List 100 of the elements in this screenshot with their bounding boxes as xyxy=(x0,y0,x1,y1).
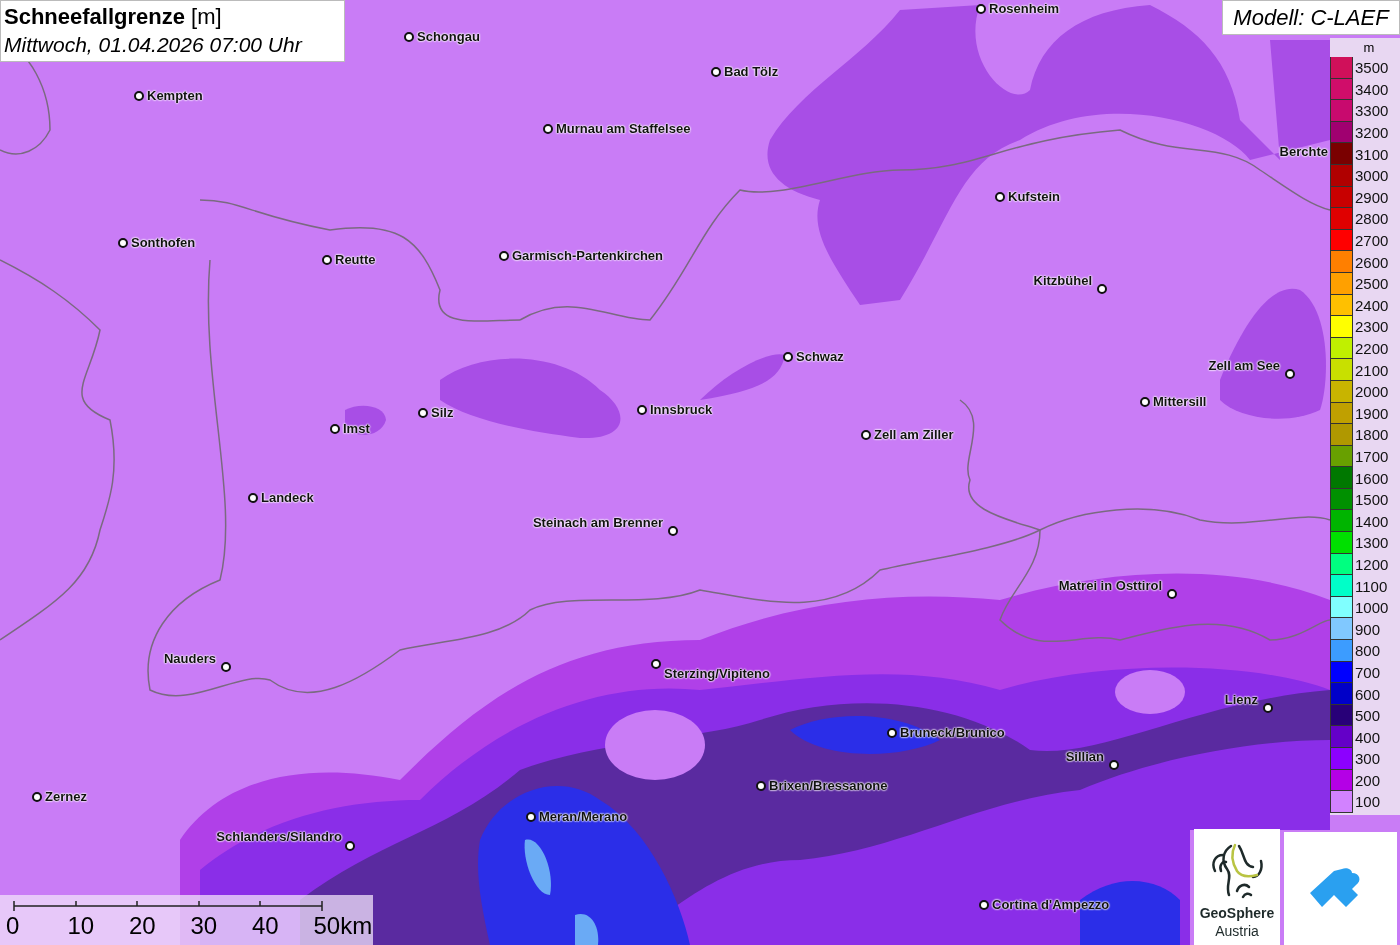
legend-value: 2800 xyxy=(1354,210,1389,228)
city-label: Rosenheim xyxy=(989,1,1060,17)
legend-value: 3100 xyxy=(1354,145,1389,163)
legend-value: 2000 xyxy=(1354,383,1389,401)
city-marker-icon xyxy=(887,728,897,738)
city-marker-icon xyxy=(1167,589,1177,599)
city-label: Landeck xyxy=(261,490,314,506)
legend-value: 1900 xyxy=(1354,404,1389,422)
legend-value: 3300 xyxy=(1354,102,1389,120)
city-label: Cortina d'Ampezzo xyxy=(992,897,1110,913)
city-label: Zell am Ziller xyxy=(874,427,954,443)
city-marker-icon xyxy=(248,493,258,503)
city-marker-icon xyxy=(979,900,989,910)
city-marker-icon xyxy=(756,781,766,791)
city-marker-icon xyxy=(1285,369,1295,379)
legend-value: 1400 xyxy=(1354,512,1389,530)
city-label: Brixen/Bressanone xyxy=(769,778,888,794)
city-label: Bad Tölz xyxy=(724,64,779,80)
city-label: Sonthofen xyxy=(131,235,196,251)
city-marker-icon xyxy=(637,405,647,415)
scale-label: 30 xyxy=(190,912,219,940)
city-marker-icon xyxy=(976,4,986,14)
city-marker-icon xyxy=(134,91,144,101)
legend-value: 1000 xyxy=(1354,599,1389,617)
city-label: Steinach am Brenner xyxy=(532,515,663,531)
city-marker-icon xyxy=(221,662,231,672)
city-label: Meran/Merano xyxy=(539,809,628,825)
scale-label: 50km xyxy=(313,912,373,940)
legend-value: 1800 xyxy=(1354,426,1389,444)
legend-value: 1500 xyxy=(1354,491,1389,509)
city-marker-icon xyxy=(330,424,340,434)
city-label: Kempten xyxy=(147,88,203,104)
city-label: Schlanders/Silandro xyxy=(216,829,342,845)
legend-value: 3400 xyxy=(1354,80,1389,98)
legend-value: 200 xyxy=(1354,771,1381,789)
city-marker-icon xyxy=(1097,284,1107,294)
city-marker-icon xyxy=(1263,703,1273,713)
legend-value: 2500 xyxy=(1354,275,1389,293)
legend-value: 3200 xyxy=(1354,124,1389,142)
city-marker-icon xyxy=(526,812,536,822)
legend-value: 1100 xyxy=(1354,577,1388,595)
legend-value: 2200 xyxy=(1354,340,1389,357)
city-marker-icon xyxy=(345,841,355,851)
scale-label: 10 xyxy=(67,912,96,940)
legend-value: 1200 xyxy=(1354,555,1389,573)
city-marker-icon xyxy=(1109,760,1119,770)
logo-subtitle: Austria xyxy=(1215,922,1259,940)
city-marker-icon xyxy=(783,352,793,362)
city-label: Sillian xyxy=(1065,749,1104,765)
legend-value: 2700 xyxy=(1354,232,1389,250)
city-marker-icon xyxy=(418,408,428,418)
legend-value: 600 xyxy=(1354,685,1381,703)
legend-unit: m xyxy=(1362,39,1376,57)
legend-value: 800 xyxy=(1354,642,1381,660)
city-marker-icon xyxy=(322,255,332,265)
city-marker-icon xyxy=(1140,397,1150,407)
model-label: Modell: C-LAEF xyxy=(1222,0,1400,35)
legend-value: 700 xyxy=(1354,663,1381,681)
city-label: Bruneck/Brunico xyxy=(900,725,1005,741)
scale-label: 0 xyxy=(6,912,21,940)
city-marker-icon xyxy=(118,238,128,248)
city-marker-icon xyxy=(32,792,42,802)
city-label: Schwaz xyxy=(796,349,844,365)
legend-value: 2100 xyxy=(1354,361,1389,379)
city-label: Imst xyxy=(343,421,370,437)
forecast-time: Mittwoch, 01.04.2026 07:00 Uhr xyxy=(4,32,304,58)
city-label: Lienz xyxy=(1224,692,1258,708)
city-label: Berchte xyxy=(1279,144,1328,160)
city-label: Innsbruck xyxy=(650,402,713,418)
scale-label: 40 xyxy=(252,912,280,940)
logo-name: GeoSphere xyxy=(1199,905,1275,922)
city-marker-icon xyxy=(499,251,509,261)
legend-value: 2300 xyxy=(1354,318,1389,336)
city-marker-icon xyxy=(711,67,721,77)
city-label: Kufstein xyxy=(1008,189,1060,205)
legend-value: 500 xyxy=(1354,707,1381,725)
legend-value: 400 xyxy=(1354,728,1381,746)
city-label: Zell am See xyxy=(1208,358,1280,374)
city-label: Matrei in Osttirol xyxy=(1058,578,1162,594)
legend-value: 3000 xyxy=(1354,167,1389,185)
legend-value: 1700 xyxy=(1354,448,1389,465)
city-label: Nauders xyxy=(163,651,216,667)
city-marker-icon xyxy=(404,32,414,42)
city-label: Reutte xyxy=(335,252,376,268)
legend-value: 100 xyxy=(1354,793,1381,811)
city-label: Garmisch-Partenkirchen xyxy=(512,248,663,264)
city-marker-icon xyxy=(651,659,661,669)
legend-value: 1300 xyxy=(1354,534,1389,552)
city-label: Kitzbühel xyxy=(1033,273,1092,289)
legend-value: 2600 xyxy=(1354,253,1389,271)
city-label: Silz xyxy=(431,405,454,421)
city-label: Zernez xyxy=(45,789,87,805)
city-label: Murnau am Staffelsee xyxy=(556,121,691,137)
scale-label: 20 xyxy=(129,912,157,940)
legend-value: 900 xyxy=(1354,620,1381,638)
legend-value: 300 xyxy=(1354,750,1381,768)
city-marker-icon xyxy=(668,526,678,536)
city-label: Sterzing/Vipiteno xyxy=(664,666,770,682)
legend-value: 3500 xyxy=(1354,59,1389,77)
city-marker-icon xyxy=(861,430,871,440)
